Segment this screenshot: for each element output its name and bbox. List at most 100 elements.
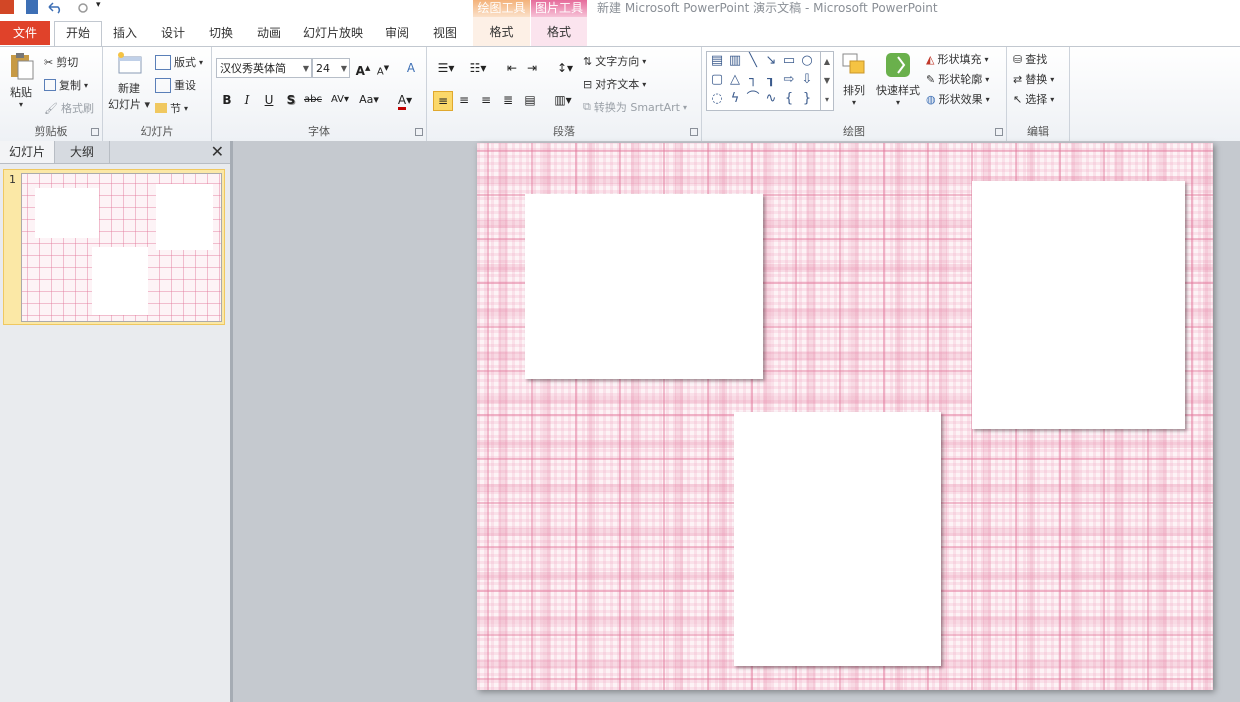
tab-transitions[interactable]: 切换 (200, 22, 242, 44)
section-button[interactable]: 节 ▾ (155, 100, 188, 116)
tab-insert[interactable]: 插入 (104, 22, 146, 44)
underline-button[interactable]: U (260, 91, 278, 109)
align-right-icon[interactable]: ≡ (477, 91, 495, 109)
slide-thumbnail-item[interactable]: 1 (3, 169, 225, 325)
tab-slides[interactable]: 幻灯片 (0, 141, 55, 163)
tab-slideshow[interactable]: 幻灯片放映 (298, 22, 368, 44)
strikethrough-button[interactable]: abc (304, 91, 322, 109)
align-left-icon[interactable]: ≡ (433, 91, 453, 111)
bold-button[interactable]: B (218, 91, 236, 109)
font-name-combo[interactable]: 汉仪秀英体简 ▼ (216, 58, 312, 78)
tab-design[interactable]: 设计 (152, 22, 194, 44)
tab-drawing-format[interactable]: 格式 (473, 17, 530, 46)
drawing-launcher-icon[interactable] (995, 128, 1003, 136)
shape-fill-button[interactable]: ◭ 形状填充 ▾ (926, 51, 988, 67)
down-arrow-shape-icon[interactable]: ⇩ (799, 72, 815, 88)
left-brace-shape-icon[interactable]: { (781, 91, 797, 107)
shadow-button[interactable]: S (282, 91, 300, 109)
slide-canvas[interactable] (477, 143, 1213, 690)
picture-placeholder-1[interactable] (525, 194, 763, 379)
align-center-icon[interactable]: ≡ (455, 91, 473, 109)
convert-smartart-button[interactable]: ⧉ 转换为 SmartArt ▾ (583, 99, 687, 115)
elbow-arrow-shape-icon[interactable]: ┒ (763, 72, 779, 88)
find-button[interactable]: ⛁ 查找 (1013, 51, 1047, 67)
context-picture-tools: 图片工具 (531, 0, 587, 17)
shapes-gallery[interactable]: ▤ ▥ ╲ ↘ ▭ ○ ▢ △ ┐ ┒ ⇨ ⇩ ◌ ϟ ⌒ ∿ { } ▲ ▼ ▾ (706, 51, 834, 111)
char-spacing-button[interactable]: AV▾ (328, 91, 352, 109)
paragraph-launcher-icon[interactable] (690, 128, 698, 136)
vertical-textbox-shape-icon[interactable]: ▥ (727, 53, 743, 69)
arrow-line-shape-icon[interactable]: ↘ (763, 53, 779, 69)
effects-icon: ◍ (926, 92, 936, 106)
numbering-icon[interactable]: ☷▾ (465, 59, 491, 77)
rounded-rect-shape-icon[interactable]: ▢ (709, 72, 725, 88)
paste-button[interactable]: 粘贴 ▾ (6, 51, 36, 109)
font-color-button[interactable]: A▾ (392, 91, 418, 110)
arc-shape-icon[interactable]: ⌒ (745, 91, 761, 107)
save-icon[interactable] (26, 0, 38, 14)
close-icon[interactable]: ✕ (211, 142, 224, 161)
freeform-shape-icon[interactable]: ◌ (709, 91, 725, 107)
ribbon-tabs: 文件 开始 插入 设计 切换 动画 幻灯片放映 审阅 视图 格式 格式 (0, 17, 1240, 46)
align-text-icon: ⊟ (583, 77, 593, 91)
elbow-connector-shape-icon[interactable]: ┐ (745, 72, 761, 88)
increase-indent-icon[interactable]: ⇥ (523, 59, 541, 77)
customize-qat-icon[interactable]: ▾ (96, 0, 106, 14)
justify-icon[interactable]: ≣ (499, 91, 517, 109)
line-shape-icon[interactable]: ╲ (745, 53, 761, 69)
tab-review[interactable]: 审阅 (376, 22, 418, 44)
clear-format-icon[interactable]: A (402, 59, 420, 77)
shape-effects-label: 形状效果 (938, 93, 983, 106)
font-launcher-icon[interactable] (415, 128, 423, 136)
replace-icon: ⇄ (1013, 72, 1023, 86)
new-slide-label-2: 幻灯片 ▾ (107, 98, 151, 111)
select-button[interactable]: ↖ 选择 ▾ (1013, 91, 1054, 107)
layout-button[interactable]: 版式 ▾ (155, 54, 203, 70)
tab-picture-format[interactable]: 格式 (531, 17, 587, 46)
right-brace-shape-icon[interactable]: } (799, 91, 815, 107)
lightning-shape-icon[interactable]: ϟ (727, 91, 743, 107)
text-direction-button[interactable]: ⇅ 文字方向 ▾ (583, 53, 646, 69)
reset-button[interactable]: 重设 (155, 77, 196, 93)
cut-button[interactable]: ✂ 剪切 (44, 54, 78, 70)
oval-shape-icon[interactable]: ○ (799, 53, 815, 69)
decrease-indent-icon[interactable]: ⇤ (503, 59, 521, 77)
shape-effects-button[interactable]: ◍ 形状效果 ▾ (926, 91, 990, 107)
columns-icon[interactable]: ▥▾ (551, 91, 575, 109)
format-painter-button[interactable]: 🖌 格式刷 (44, 100, 94, 116)
align-text-button[interactable]: ⊟ 对齐文本 ▾ (583, 76, 646, 92)
arrange-button[interactable]: 排列 ▾ (838, 51, 870, 107)
grow-font-button[interactable]: A▲ (354, 59, 372, 78)
line-spacing-icon[interactable]: ↕▾ (553, 59, 577, 77)
change-case-button[interactable]: Aa▾ (356, 91, 382, 109)
curve-shape-icon[interactable]: ∿ (763, 91, 779, 107)
copy-button[interactable]: 复制 ▾ (44, 77, 88, 93)
tab-animations[interactable]: 动画 (248, 22, 290, 44)
tab-file[interactable]: 文件 (0, 21, 50, 45)
picture-placeholder-2[interactable] (972, 181, 1185, 429)
italic-button[interactable]: I (238, 91, 256, 109)
tab-home[interactable]: 开始 (54, 21, 102, 46)
distributed-icon[interactable]: ▤ (521, 91, 539, 109)
picture-placeholder-3[interactable] (734, 412, 941, 666)
replace-button[interactable]: ⇄ 替换 ▾ (1013, 71, 1054, 87)
font-size-combo[interactable]: 24 ▼ (312, 58, 350, 78)
new-slide-button[interactable]: 新建 幻灯片 ▾ (107, 51, 151, 112)
tab-view[interactable]: 视图 (424, 22, 466, 44)
slide-thumbnail[interactable] (21, 173, 222, 322)
right-arrow-shape-icon[interactable]: ⇨ (781, 72, 797, 88)
shrink-font-button[interactable]: A▼ (374, 59, 392, 77)
triangle-shape-icon[interactable]: △ (727, 72, 743, 88)
quick-styles-button[interactable]: 快速样式 ▾ (874, 51, 922, 107)
ribbon: 粘贴 ▾ ✂ 剪切 复制 ▾ 🖌 格式刷 剪贴板 新建 幻灯片 ▾ 版式 ▾ 重设 节 ▾… (0, 46, 1240, 142)
shape-outline-button[interactable]: ✎ 形状轮廓 ▾ (926, 71, 989, 87)
undo-icon[interactable] (46, 0, 61, 14)
redo-icon[interactable] (76, 0, 90, 14)
gallery-scroll[interactable]: ▲ ▼ ▾ (820, 52, 833, 110)
clipboard-launcher-icon[interactable] (91, 128, 99, 136)
textbox-shape-icon[interactable]: ▤ (709, 53, 725, 69)
tab-outline[interactable]: 大纲 (55, 141, 110, 163)
slide-number: 1 (9, 173, 16, 186)
rectangle-shape-icon[interactable]: ▭ (781, 53, 797, 69)
bullets-icon[interactable]: ☰▾ (433, 59, 459, 77)
